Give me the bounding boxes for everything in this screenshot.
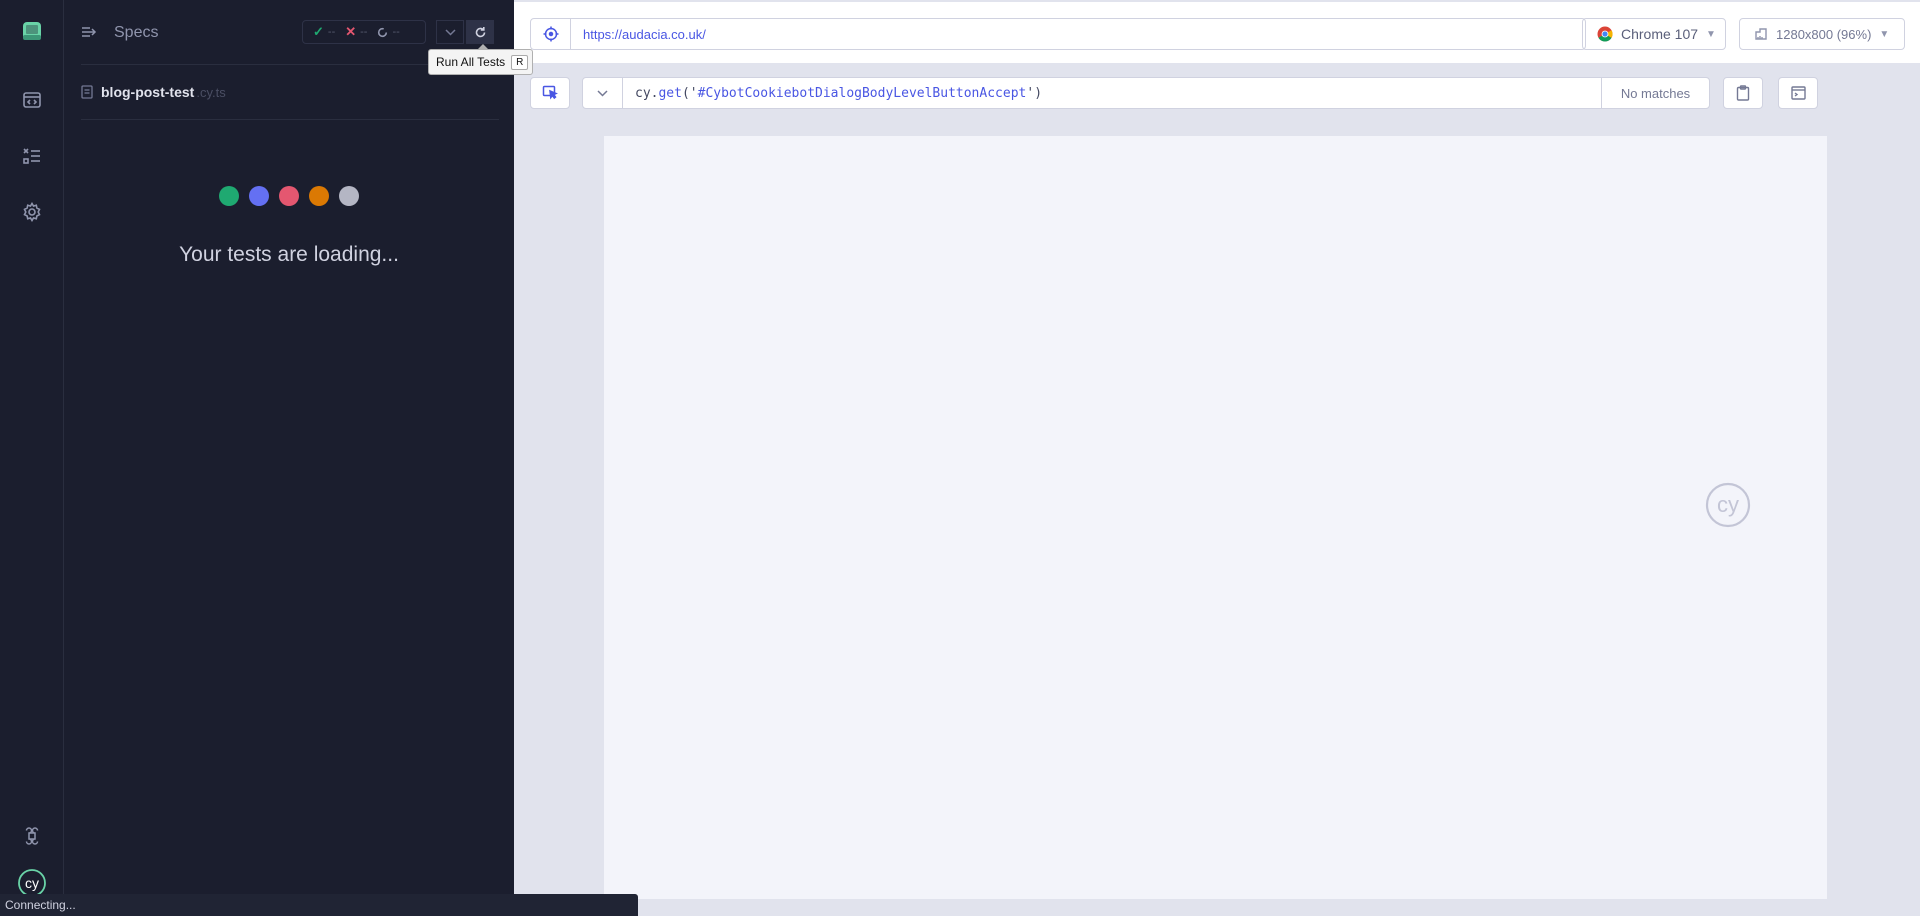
refresh-icon [475, 26, 485, 37]
specs-label[interactable]: Specs [114, 24, 158, 42]
aut-panel: https://audacia.co.uk/ Chrome 107 ▼ 1280… [514, 0, 1920, 916]
selector-input[interactable]: cy.get('#CybotCookiebotDialogBodyLevelBu… [582, 77, 1710, 109]
aut-topbar: https://audacia.co.uk/ Chrome 107 ▼ 1280… [514, 0, 1920, 64]
chevron-down-icon [597, 89, 608, 97]
chrome-icon [1597, 26, 1613, 42]
loading-dots [219, 186, 359, 206]
chevron-down-icon: ▼ [1706, 28, 1716, 40]
failed-stat: ✕ -- [345, 24, 367, 40]
loading-dot [279, 186, 299, 206]
spec-extension: .cy.ts [196, 84, 226, 100]
selector-method: get [658, 85, 682, 101]
cypress-app: cy Specs ✓ -- ✕ -- -- blog-post-test .cy… [0, 0, 1920, 916]
failed-icon: ✕ [345, 24, 357, 39]
status-bar: Connecting... [0, 894, 638, 916]
pending-icon [378, 27, 388, 37]
passed-stat: ✓ -- [313, 24, 335, 40]
selector-value: #CybotCookiebotDialogBodyLevelButtonAcce… [697, 85, 1027, 101]
run-all-tests-button[interactable] [466, 20, 494, 44]
print-to-console-button[interactable] [1778, 77, 1818, 109]
cursor-select-icon [542, 85, 558, 100]
reporter-panel: Specs ✓ -- ✕ -- -- blog-post-test .cy.ts… [64, 0, 514, 916]
viewport-size: 1280x800 (96%) [1776, 26, 1872, 42]
selector-open-paren: ( [681, 85, 690, 101]
run-all-tests-tooltip: Run All Tests R [428, 44, 534, 75]
selector-code[interactable]: cy.get('#CybotCookiebotDialogBodyLevelBu… [635, 86, 1601, 101]
loading-message: Your tests are loading... [179, 243, 399, 266]
viewport-ruler-icon [1755, 28, 1767, 40]
collapse-button[interactable] [436, 20, 464, 44]
keyboard-shortcuts-icon[interactable] [16, 820, 48, 852]
pending-stat: -- [377, 26, 400, 38]
loading-dot [249, 186, 269, 206]
browser-name: Chrome 107 [1621, 26, 1699, 42]
clipboard-icon [1736, 85, 1750, 101]
selector-close-paren: ) [1034, 85, 1043, 101]
specs-nav-icon[interactable] [16, 84, 48, 116]
url-text: https://audacia.co.uk/ [583, 26, 706, 42]
passed-count: -- [327, 26, 336, 38]
spec-file-row[interactable]: blog-post-test .cy.ts [81, 84, 226, 100]
browser-select[interactable]: Chrome 107 ▼ [1582, 18, 1726, 50]
passed-icon: ✓ [313, 24, 324, 39]
chevron-down-icon: ▼ [1879, 28, 1890, 40]
tooltip-label: Run All Tests [436, 55, 506, 69]
selector-quote: ' [1026, 85, 1035, 101]
document-icon [81, 85, 93, 99]
viewport-select[interactable]: 1280x800 (96%) ▼ [1739, 18, 1905, 50]
specs-toggle-icon[interactable] [81, 25, 97, 44]
loading-dot [219, 186, 239, 206]
aut-iframe[interactable] [604, 136, 1827, 899]
tooltip-shortcut: R [511, 54, 529, 70]
runs-nav-icon[interactable] [16, 140, 48, 172]
selector-playground: cy.get('#CybotCookiebotDialogBodyLevelBu… [530, 77, 1904, 109]
failed-count: -- [360, 26, 368, 38]
chevron-down-icon [444, 28, 456, 36]
pending-count: -- [392, 26, 400, 38]
spec-divider [81, 119, 499, 120]
element-picker-button[interactable] [530, 77, 570, 109]
selector-method-dropdown[interactable] [583, 78, 623, 108]
selector-quote: ' [689, 85, 698, 101]
loading-dot [339, 186, 359, 206]
console-icon [1790, 86, 1806, 100]
svg-text:cy: cy [1717, 492, 1739, 517]
loading-dot [309, 186, 329, 206]
spec-name: blog-post-test [101, 84, 195, 100]
nav-rail: cy [0, 0, 64, 916]
app-logo-icon[interactable] [16, 15, 48, 47]
cypress-watermark-icon: cy [1704, 481, 1752, 534]
target-icon[interactable] [531, 19, 571, 49]
url-bar[interactable]: https://audacia.co.uk/ [530, 18, 1586, 50]
svg-text:cy: cy [25, 875, 39, 891]
copy-selector-button[interactable] [1723, 77, 1763, 109]
settings-nav-icon[interactable] [16, 196, 48, 228]
test-stats: ✓ -- ✕ -- -- [302, 20, 426, 44]
match-count: No matches [1601, 78, 1709, 108]
selector-prefix: cy [635, 85, 651, 101]
